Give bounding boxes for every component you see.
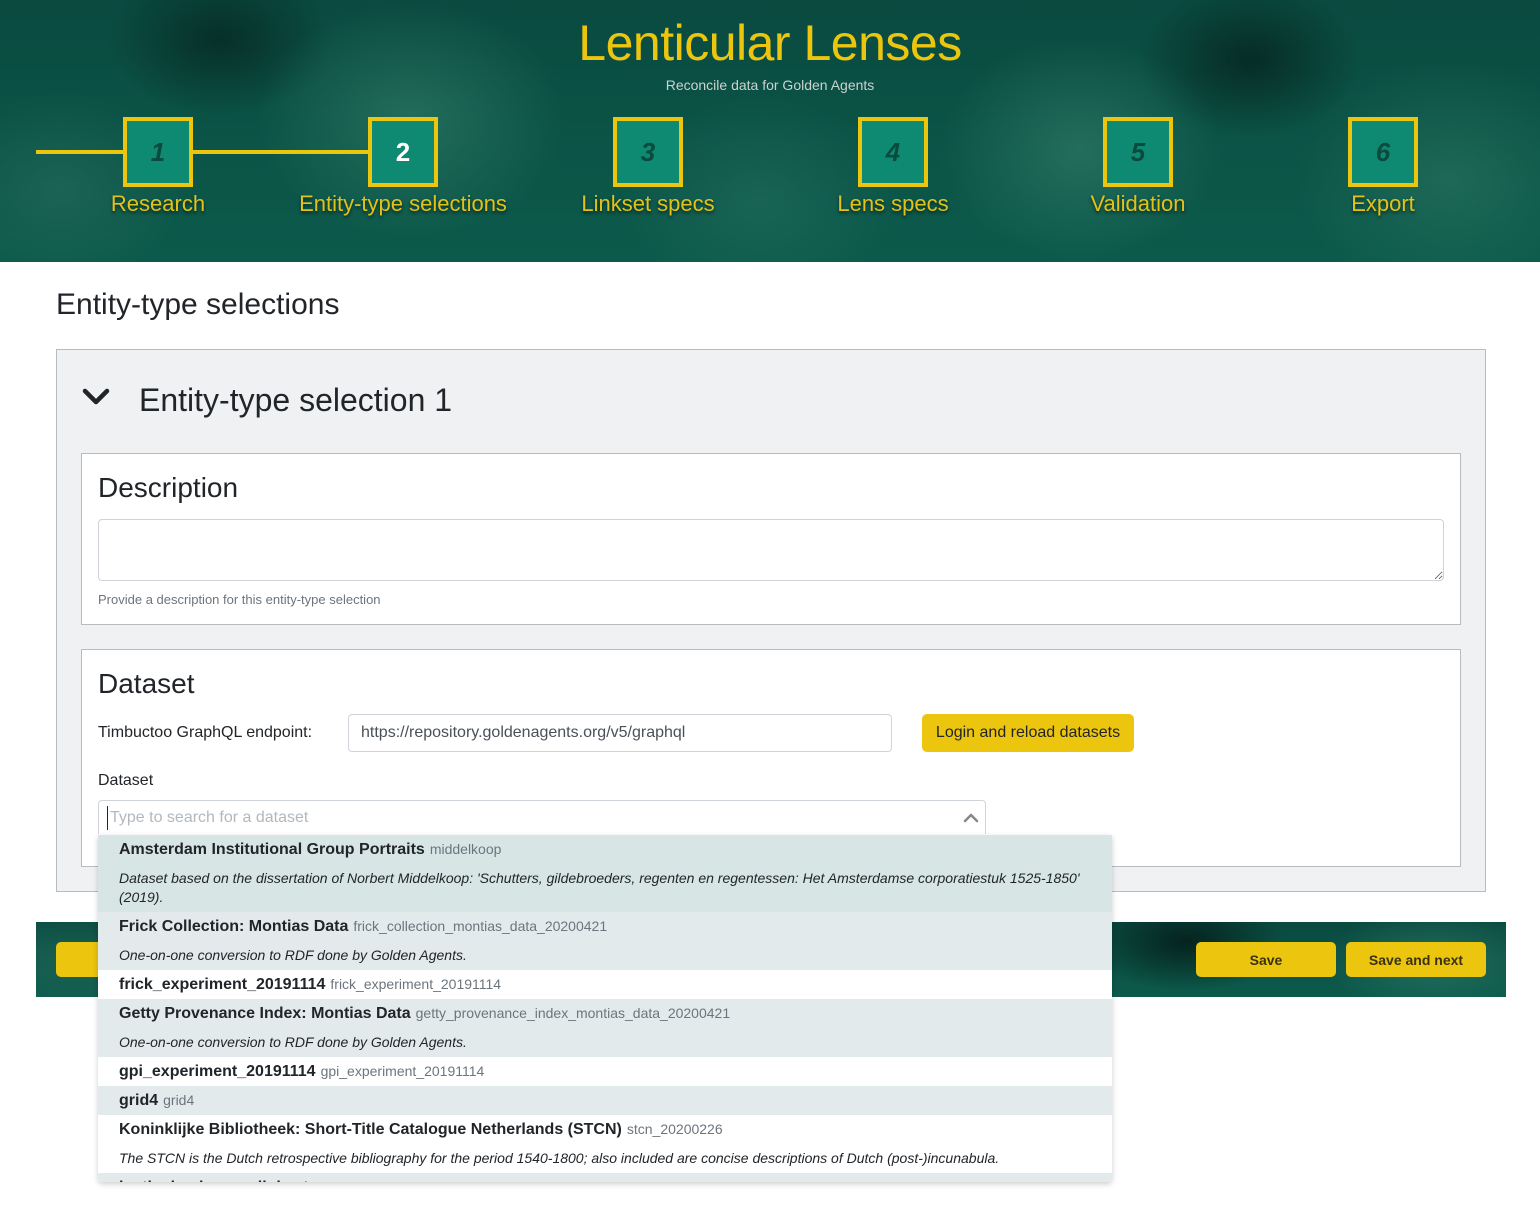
dataset-option[interactable]: frick_experiment_20191114 frick_experimen… [98,970,1112,999]
step-lens-specs[interactable]: 4 Lens specs [773,117,1013,217]
dataset-option-id: stcn_20200226 [626,1121,723,1137]
selection-title[interactable]: Entity-type selection 1 [139,382,452,419]
dataset-option-id: lenticular_lenses_linkset [313,1179,465,1182]
step-validation[interactable]: 5 Validation [1018,117,1258,217]
dataset-search-input[interactable] [107,806,927,830]
endpoint-input[interactable] [348,714,892,752]
dataset-option-id: grid4 [163,1092,195,1108]
dataset-option-id: frick_experiment_20191114 [330,976,502,992]
dataset-option-description: Dataset based on the dissertation of Nor… [119,870,1080,905]
step-entity-type-selections[interactable]: 2 Entity-type selections [283,117,523,217]
dataset-option[interactable]: gpi_experiment_20191114 gpi_experiment_20… [98,1057,1112,1086]
dataset-option-name: lenticular_lenses_linkset [119,1179,308,1182]
dataset-option[interactable]: Frick Collection: Montias Data frick_coll… [98,912,1112,970]
dataset-option[interactable]: Getty Provenance Index: Montias Data gett… [98,999,1112,1057]
step-label[interactable]: Validation [1018,191,1258,217]
dataset-option[interactable]: Amsterdam Institutional Group Portraits m… [98,835,1112,912]
step-number[interactable]: 1 [123,117,193,187]
dataset-option-description: One-on-one conversion to RDF done by Gol… [119,1034,467,1050]
dataset-option-name: gpi_experiment_20191114 [119,1063,316,1080]
login-reload-datasets-button[interactable]: Login and reload datasets [922,714,1134,752]
dataset-option-id: getty_provenance_index_montias_data_2020… [415,1005,731,1021]
chevron-down-icon[interactable] [81,382,111,412]
dataset-option[interactable]: lenticular_lenses_linkset lenticular_lens… [98,1173,1112,1182]
dataset-option-description: The STCN is the Dutch retrospective bibl… [119,1150,1000,1166]
dataset-option-name: frick_experiment_20191114 [119,976,326,993]
dataset-option[interactable]: grid4 grid4 [98,1086,1112,1115]
dataset-option-name: Amsterdam Institutional Group Portraits [119,841,425,858]
description-help-text: Provide a description for this entity-ty… [98,592,381,607]
app-header: Lenticular Lenses Reconcile data for Gol… [0,0,1540,262]
dataset-label: Dataset [98,772,154,789]
step-number[interactable]: 3 [613,117,683,187]
dataset-option-name: Getty Provenance Index: Montias Data [119,1005,411,1022]
step-research[interactable]: 1 Research [38,117,278,217]
endpoint-label: Timbuctoo GraphQL endpoint: [98,724,313,741]
step-number[interactable]: 6 [1348,117,1418,187]
save-button[interactable]: Save [1196,942,1336,977]
dataset-dropdown-list[interactable]: Amsterdam Institutional Group Portraits m… [98,835,1112,1182]
step-label[interactable]: Export [1263,191,1503,217]
description-card: Description Provide a description for th… [81,453,1461,625]
step-number[interactable]: 2 [368,117,438,187]
step-label[interactable]: Linkset specs [528,191,768,217]
step-linkset-specs[interactable]: 3 Linkset specs [528,117,768,217]
step-number[interactable]: 5 [1103,117,1173,187]
step-label[interactable]: Lens specs [773,191,1013,217]
entity-type-selection-card: Entity-type selection 1 Description Prov… [56,349,1486,892]
dataset-select[interactable] [98,800,986,834]
step-label[interactable]: Entity-type selections [283,191,523,217]
page-title: Entity-type selections [56,288,340,321]
description-heading: Description [98,472,239,503]
dataset-heading: Dataset [98,668,195,699]
dataset-option-id: middelkoop [429,841,502,857]
chevron-up-icon[interactable] [963,810,979,826]
app-subtitle: Reconcile data for Golden Agents [665,77,875,93]
step-label[interactable]: Research [38,191,278,217]
dataset-option[interactable]: Koninklijke Bibliotheek: Short-Title Cat… [98,1115,1112,1173]
app-title: Lenticular Lenses [578,15,962,71]
description-textarea[interactable] [98,519,1444,581]
step-export[interactable]: 6 Export [1263,117,1503,217]
save-and-next-button[interactable]: Save and next [1346,942,1486,977]
dataset-option-description: One-on-one conversion to RDF done by Gol… [119,947,467,963]
dataset-option-id: frick_collection_montias_data_20200421 [353,918,608,934]
dataset-option-name: Koninklijke Bibliotheek: Short-Title Cat… [119,1121,622,1138]
dataset-option-name: Frick Collection: Montias Data [119,918,349,935]
dataset-option-name: grid4 [119,1092,159,1109]
dataset-option-id: gpi_experiment_20191114 [320,1063,485,1079]
step-number[interactable]: 4 [858,117,928,187]
